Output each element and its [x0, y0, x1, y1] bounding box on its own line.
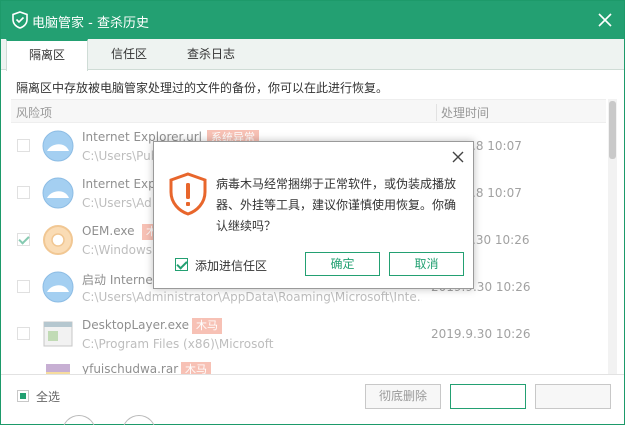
oem-icon	[43, 225, 73, 255]
window-title: 电脑管家 - 查杀历史	[32, 16, 149, 31]
row-time: .8 10:07	[472, 139, 522, 153]
row-file-name: yfuischudwa.rar	[82, 362, 179, 374]
shield-logo-icon	[12, 11, 28, 29]
row-time: .30 10:26	[472, 233, 530, 247]
confirm-button[interactable]: 确定	[305, 252, 380, 276]
row-time: .8 10:07	[472, 186, 522, 200]
cancel-button[interactable]: 取消	[389, 252, 464, 276]
delete-permanently-button[interactable]: 彻底删除	[365, 384, 441, 409]
select-all-label[interactable]: 全选	[36, 388, 60, 405]
tab-bar: 隔离区 信任区 查杀日志	[1, 39, 624, 71]
title-bar: 电脑管家 - 查杀历史	[1, 1, 624, 39]
row-risk-tag: 木马	[192, 318, 222, 334]
dialog-message: 病毒木马经常捆绑于正常软件，或伪装成播放器、外挂等工具，建议你谨慎使用恢复。你确…	[216, 177, 457, 233]
add-to-trusted-label[interactable]: 添加进信任区	[195, 257, 267, 274]
close-icon[interactable]	[596, 11, 614, 29]
column-time[interactable]: 处理时间	[436, 104, 489, 121]
quarantine-window: 电脑管家 - 查杀历史 隔离区 信任区 查杀日志 隔离区中存放被电脑管家处理过的…	[0, 0, 625, 425]
row-checkbox[interactable]	[17, 139, 30, 152]
row-checkbox[interactable]	[17, 186, 30, 199]
ie-icon	[42, 271, 74, 303]
row-checkbox[interactable]	[17, 327, 30, 340]
ie-icon	[42, 130, 74, 162]
list-item[interactable]: DesktopLayer.exe 木马 C:\Program Files (x8…	[11, 311, 606, 358]
tab-quarantine[interactable]: 隔离区	[6, 39, 88, 71]
row-checkbox[interactable]	[17, 280, 30, 293]
row-file-name: Internet Expl	[82, 177, 160, 191]
exe-icon	[43, 321, 73, 347]
warning-shield-icon	[169, 172, 207, 216]
row-risk-tag: 木马	[181, 362, 211, 374]
watermark	[471, 379, 611, 411]
add-to-trusted-checkbox[interactable]	[175, 258, 188, 271]
list-item[interactable]: yfuischudwa.rar 木马	[11, 358, 606, 374]
scrollbar-thumb[interactable]	[609, 101, 616, 159]
column-risk[interactable]: 风险项	[16, 104, 52, 121]
row-checkbox[interactable]	[17, 233, 30, 246]
row-file-name: OEM.exe	[82, 224, 135, 238]
tab-trusted[interactable]: 信任区	[88, 39, 170, 70]
row-time: 2019.9.30 10:26	[431, 327, 531, 341]
row-file-name: DesktopLayer.exe	[82, 318, 189, 332]
row-file-path: C:\Users\Administrator\AppData\Roaming\M…	[82, 290, 422, 304]
restore-confirm-dialog: 病毒木马经常捆绑于正常软件，或伪装成播放器、外挂等工具，建议你谨慎使用恢复。你确…	[153, 141, 474, 289]
list-scrollbar[interactable]	[608, 99, 617, 374]
ie-icon	[42, 177, 74, 209]
tab-scan-log[interactable]: 查杀日志	[170, 39, 252, 70]
quarantine-description: 隔离区中存放被电脑管家处理过的文件的备份，你可以在此进行恢复。	[16, 81, 389, 95]
dialog-close-icon[interactable]	[451, 150, 465, 164]
rar-icon	[46, 364, 70, 374]
row-file-path: C:\Program Files (x86)\Microsoft	[82, 337, 274, 351]
row-file-name: 启动 Internet	[82, 273, 158, 287]
select-all-checkbox[interactable]	[17, 390, 29, 402]
list-header: 风险项 处理时间	[11, 99, 606, 123]
